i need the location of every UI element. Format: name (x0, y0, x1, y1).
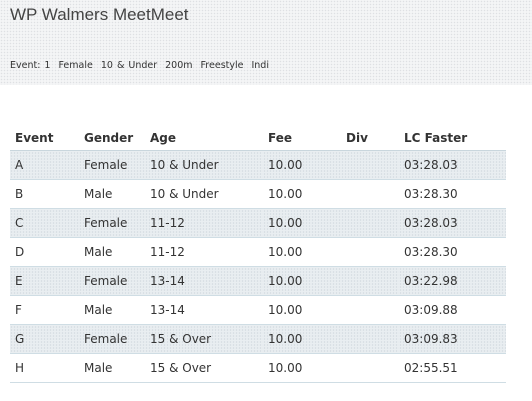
page-title: WP Walmers MeetMeet (10, 5, 189, 24)
cell-gender: Male (79, 295, 145, 325)
cell-gender: Male (79, 353, 145, 383)
cell-age: 11-12 (145, 208, 263, 238)
cell-gender: Female (79, 208, 145, 238)
cell-event: G (10, 324, 79, 354)
cell-lc-faster: 03:28.03 (399, 150, 506, 180)
cell-event: H (10, 353, 79, 383)
cell-div (341, 150, 399, 180)
table-row: A Female 10 & Under 10.00 03:28.03 (10, 150, 506, 180)
subtitle-stroke: Freestyle (200, 60, 244, 71)
cell-fee: 10.00 (263, 179, 341, 209)
table-row: C Female 11-12 10.00 03:28.03 (10, 208, 506, 238)
table-row: D Male 11-12 10.00 03:28.30 (10, 237, 506, 267)
cell-event: D (10, 237, 79, 267)
cell-gender: Male (79, 237, 145, 267)
header-age: Age (145, 126, 263, 151)
cell-div (341, 179, 399, 209)
table-row: G Female 15 & Over 10.00 03:09.83 (10, 324, 506, 354)
cell-fee: 10.00 (263, 324, 341, 354)
cell-age: 15 & Over (145, 324, 263, 354)
cell-lc-faster: 03:28.30 (399, 237, 506, 267)
cell-lc-faster: 03:28.30 (399, 179, 506, 209)
subtitle-distance: 200m (165, 60, 193, 71)
cell-lc-faster: 03:09.88 (399, 295, 506, 325)
cell-lc-faster: 03:28.03 (399, 208, 506, 238)
cell-gender: Female (79, 150, 145, 180)
cell-fee: 10.00 (263, 237, 341, 267)
cell-age: 13-14 (145, 295, 263, 325)
cell-div (341, 353, 399, 383)
header-gender: Gender (79, 126, 145, 151)
table-row: B Male 10 & Under 10.00 03:28.30 (10, 179, 506, 209)
cell-div (341, 237, 399, 267)
cell-lc-faster: 03:22.98 (399, 266, 506, 296)
subtitle-type: Indi (251, 60, 269, 71)
subtitle-age: 10 & Under (100, 60, 158, 71)
subtitle-event: Event: 1 (10, 60, 51, 71)
header-div: Div (341, 126, 399, 151)
cell-event: F (10, 295, 79, 325)
cell-gender: Female (79, 266, 145, 296)
header-event: Event (10, 126, 79, 151)
cell-div (341, 266, 399, 296)
events-table: Event Gender Age Fee Div LC Faster A Fem… (10, 126, 506, 383)
cell-lc-faster: 02:55.51 (399, 353, 506, 383)
table-row: H Male 15 & Over 10.00 02:55.51 (10, 353, 506, 383)
subtitle-gender: Female (58, 60, 93, 71)
cell-div (341, 295, 399, 325)
cell-age: 11-12 (145, 237, 263, 267)
header-lc-faster: LC Faster (399, 126, 506, 151)
cell-fee: 10.00 (263, 295, 341, 325)
table-row: E Female 13-14 10.00 03:22.98 (10, 266, 506, 296)
cell-age: 13-14 (145, 266, 263, 296)
cell-fee: 10.00 (263, 353, 341, 383)
cell-fee: 10.00 (263, 266, 341, 296)
cell-event: C (10, 208, 79, 238)
cell-div (341, 324, 399, 354)
table-row: F Male 13-14 10.00 03:09.88 (10, 295, 506, 325)
cell-event: A (10, 150, 79, 180)
cell-age: 10 & Under (145, 179, 263, 209)
cell-age: 15 & Over (145, 353, 263, 383)
cell-age: 10 & Under (145, 150, 263, 180)
cell-event: B (10, 179, 79, 209)
cell-gender: Female (79, 324, 145, 354)
cell-fee: 10.00 (263, 208, 341, 238)
cell-event: E (10, 266, 79, 296)
cell-gender: Male (79, 179, 145, 209)
cell-lc-faster: 03:09.83 (399, 324, 506, 354)
cell-fee: 10.00 (263, 150, 341, 180)
event-subtitle: Event: 1 Female 10 & Under 200m Freestyle Ind… (10, 60, 277, 71)
table-header-row: Event Gender Age Fee Div LC Faster (10, 126, 506, 151)
header-fee: Fee (263, 126, 341, 151)
cell-div (341, 208, 399, 238)
